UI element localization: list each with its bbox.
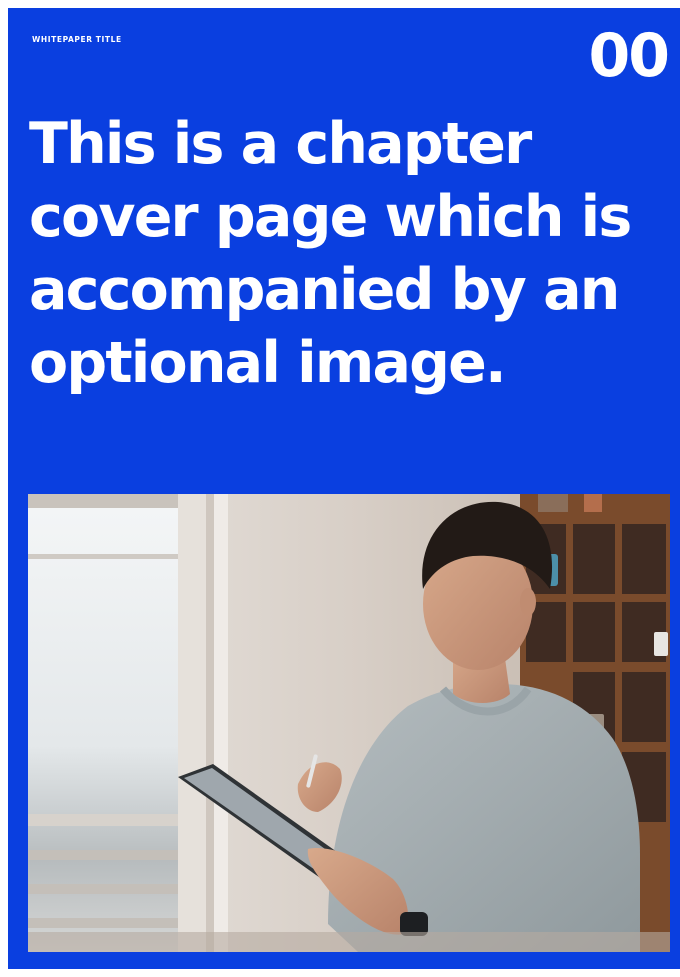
- chapter-number: 00: [588, 21, 670, 91]
- cover-photo: [28, 494, 670, 952]
- whitepaper-title: WHITEPAPER TITLE: [32, 35, 122, 44]
- chapter-cover-page: WHITEPAPER TITLE 00 This is a chapter co…: [8, 8, 680, 969]
- chapter-headline: This is a chapter cover page which is ac…: [29, 111, 632, 396]
